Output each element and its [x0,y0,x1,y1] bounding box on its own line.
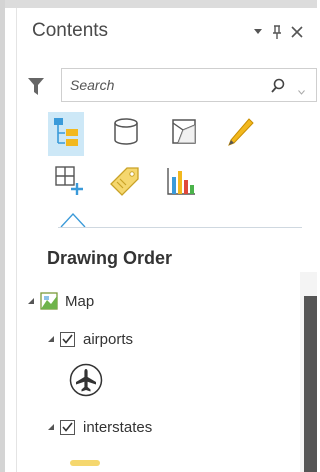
tree-item-map[interactable]: Map [26,290,94,312]
expand-interstates-chevron-icon[interactable] [46,422,56,432]
drawing-order-heading: Drawing Order [47,248,173,268]
airplane-symbol-icon[interactable] [69,363,103,402]
dropdown-icon[interactable] [253,22,263,42]
list-by-data-source-button[interactable] [108,114,144,154]
list-by-selection-button[interactable] [166,114,202,154]
toolbar-divider [58,227,302,228]
pencil-icon [225,116,255,153]
list-by-snapping-button[interactable] [50,162,88,202]
close-icon[interactable] [291,22,303,42]
list-charts-button[interactable] [162,164,200,202]
list-by-editing-button[interactable] [222,114,258,154]
list-by-snapping-icon [53,164,85,201]
window-top-strip [0,0,317,8]
list-by-labeling-icon [109,165,141,202]
window-left-edge [0,0,5,472]
interstates-visibility-checkbox[interactable] [60,419,75,435]
tree-item-interstates[interactable]: interstates [46,416,152,438]
tree-item-airports[interactable]: airports [46,328,133,350]
map-label: Map [65,292,95,310]
expand-map-chevron-icon[interactable] [26,296,36,306]
list-by-selection-icon [170,117,198,152]
search-box[interactable] [61,68,317,102]
search-options-chevron-icon[interactable] [298,82,305,100]
search-input[interactable] [70,75,260,95]
list-charts-icon [165,165,197,202]
selected-view-indicator-icon [60,212,86,233]
pane-title: Contents [32,20,109,41]
scrollbar-thumb[interactable] [304,296,317,472]
expand-airports-chevron-icon[interactable] [46,334,56,344]
airports-visibility-checkbox[interactable] [60,331,75,347]
airports-label: airports [83,330,134,348]
filter-icon[interactable] [28,78,44,101]
map-icon [40,292,58,310]
yellow-line-symbol-icon[interactable] [70,454,100,472]
list-by-drawing-order-button[interactable] [48,112,84,156]
list-by-labeling-button[interactable] [106,164,144,202]
pane-controls [253,20,303,44]
search-icon[interactable] [271,78,285,99]
interstates-label: interstates [83,418,153,436]
list-by-data-source-icon [112,117,140,152]
pin-icon[interactable] [271,22,283,42]
list-by-drawing-order-icon [51,115,81,154]
